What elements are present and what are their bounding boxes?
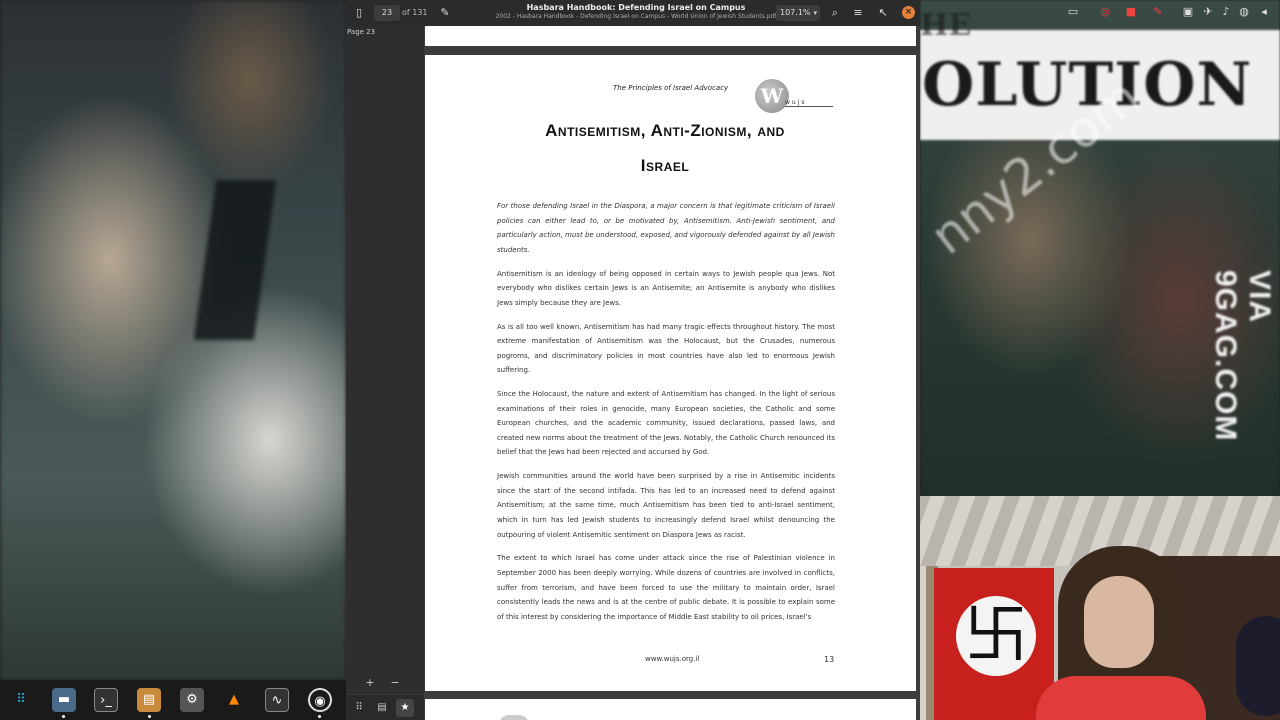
webcam-person-shirt [1036, 676, 1206, 720]
next-page [425, 699, 916, 720]
settings-icon[interactable]: ⚙ [180, 688, 204, 712]
page-title-line1: Antisemitism, Anti-Zionism, and [545, 121, 785, 140]
paragraph: Since the Holocaust, the nature and exte… [497, 390, 835, 457]
webcam-microphone [1236, 616, 1280, 716]
zoom-in-button[interactable]: + [360, 674, 380, 692]
window-title: Hasbara Handbook: Defending Israel on Ca… [526, 3, 746, 12]
sidebar-bottom-bar: ⠿ ▤ ★ [346, 694, 424, 720]
viewer-titlebar: ▯ 23 of 131 ✎ Hasbara Handbook: Defendin… [346, 0, 920, 26]
banner-top-text: HE [920, 8, 972, 43]
paragraph: For those defending Israel in the Diaspo… [497, 202, 835, 254]
flag-symbol: 卐 [964, 599, 1028, 673]
page-total-label: of 131 [402, 8, 428, 17]
flag-disc: 卐 [956, 596, 1036, 676]
sidebar-zoom-controls: + − [360, 671, 410, 689]
document-viewer-icon[interactable]: ▤ [137, 688, 161, 712]
paragraph: Jewish communities around the world have… [497, 472, 835, 539]
webcam-overlay: 卐 [886, 496, 1280, 720]
vlc-icon[interactable]: ▲ [222, 688, 246, 712]
page-footer-number: 13 [824, 655, 835, 664]
system-tray: ▭ ◎ ■ ✎ ▣ ✈ ♪ ◍ ◂ [1060, 0, 1280, 24]
app-tray-icon[interactable]: ■ [1123, 4, 1139, 20]
app-grid-icon[interactable]: ⠿ [9, 688, 33, 712]
document-area[interactable]: The Principles of Israel Advocacy W wujs… [424, 26, 920, 720]
page-footer-url: www.wujs.org.il [645, 655, 700, 663]
zoom-out-button[interactable]: − [385, 674, 405, 692]
previous-page [425, 26, 916, 46]
desktop-screen: HE OLUTION nny2.com VIA 9GAG.COM 卐 ▭ ◎ ■… [0, 0, 1280, 720]
system-monitor-icon[interactable]: ∿ [265, 688, 289, 712]
volume-icon[interactable]: ◂ [1256, 4, 1272, 20]
logo-text: wujs [785, 99, 833, 107]
page-header: The Principles of Israel Advocacy [613, 84, 729, 92]
logo-mark: W [755, 79, 789, 113]
webcam-person-face [1084, 576, 1154, 668]
paragraph: Antisemitism is an ideology of being opp… [497, 269, 835, 307]
next-page-logo [499, 715, 529, 720]
background-figure [193, 180, 277, 340]
zoom-select[interactable]: 107.1% ▾ [776, 5, 820, 21]
bookmarks-icon[interactable]: ★ [396, 699, 414, 717]
page-body: For those defending Israel in the Diaspo… [497, 199, 835, 634]
sidebar-toggle-icon[interactable]: ▯ [350, 4, 368, 22]
webcam-flag: 卐 [934, 568, 1054, 720]
zoom-value: 107.1% [780, 8, 811, 17]
running-indicator [62, 715, 65, 718]
page-number-input[interactable]: 23 [374, 5, 400, 21]
search-icon[interactable]: ⌕ [826, 4, 844, 22]
running-indicator [318, 715, 321, 718]
airplane-icon[interactable]: ✈ [1200, 4, 1216, 20]
sidebar-page-label: Page 23 [347, 28, 376, 36]
pdf-page: The Principles of Israel Advocacy W wujs… [425, 55, 916, 691]
files-icon[interactable]: ▬ [52, 688, 76, 712]
chevron-down-icon: ▾ [813, 9, 817, 17]
wujs-logo: W wujs [755, 79, 835, 113]
screen-icon[interactable]: ▭ [1065, 4, 1081, 20]
paragraph: The extent to which Israel has come unde… [497, 554, 835, 621]
microphone-icon[interactable]: ◍ [1236, 4, 1252, 20]
page-title: Antisemitism, Anti-Zionism, and Israel [495, 113, 835, 183]
mic-icon[interactable]: ♪ [1218, 4, 1234, 20]
close-button[interactable]: × [902, 6, 915, 19]
page-title-line2: Israel [640, 156, 690, 175]
taskbar-dock: ⠿ ▬ ›_ ▤ ⚙ ▲ ∿ ◉ [0, 680, 346, 720]
paragraph: As is all too well known, Antisemitism h… [497, 322, 835, 375]
pencil-icon[interactable]: ✎ [436, 4, 454, 22]
menu-icon[interactable]: ≡ [849, 4, 867, 22]
cursor-icon: ↖ [878, 6, 888, 19]
annotations-icon[interactable]: ▤ [373, 699, 391, 717]
terminal-icon[interactable]: ›_ [94, 688, 118, 712]
via-9gag-text: VIA 9GAG.COM [1209, 270, 1276, 442]
viewer-sidebar: Page 23 + − ⠿ ▤ ★ [346, 26, 424, 720]
obs-record-icon[interactable]: ◎ [1097, 4, 1113, 20]
window-subtitle: 2002 - Hasbara Handbook - Defending Isra… [495, 13, 777, 20]
pdf-viewer-window: ▯ 23 of 131 ✎ Hasbara Handbook: Defendin… [346, 0, 920, 720]
thumbnails-icon[interactable]: ⠿ [350, 699, 368, 717]
background-video-left [0, 0, 346, 680]
window-icon[interactable]: ▣ [1180, 4, 1196, 20]
background-video-right: HE OLUTION nny2.com VIA 9GAG.COM [920, 0, 1280, 500]
obs-icon[interactable]: ◉ [308, 688, 332, 712]
running-indicator [148, 715, 151, 718]
pen-tray-icon[interactable]: ✎ [1150, 4, 1166, 20]
